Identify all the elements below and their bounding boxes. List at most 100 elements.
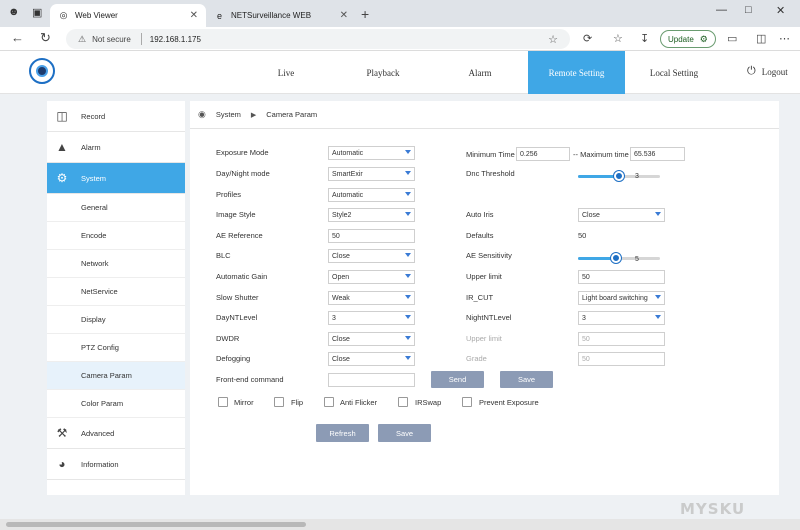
- address-bar[interactable]: ⚠ Not secure 192.168.1.175 ☆: [66, 29, 570, 49]
- slow-shutter-select[interactable]: Weak: [328, 291, 415, 305]
- sidebar-sub-network[interactable]: Network: [47, 250, 185, 278]
- sidebar-item-label: Alarm: [81, 142, 101, 152]
- irswap-checkbox[interactable]: [398, 397, 408, 407]
- dwdr-select[interactable]: Close: [328, 332, 415, 346]
- sidebar-sub-camera-param[interactable]: Camera Param: [47, 362, 185, 390]
- sidebar: ◫ Record ▲ Alarm ⚙ System General Encode…: [47, 101, 185, 495]
- exposure-mode-select[interactable]: Automatic: [328, 146, 415, 160]
- defogging-select[interactable]: Close: [328, 352, 415, 366]
- prevent-exposure-checkbox[interactable]: [462, 397, 472, 407]
- blc-label: BLC: [216, 251, 231, 260]
- caret-down-icon: [405, 253, 411, 257]
- slider-thumb[interactable]: [610, 253, 621, 263]
- maximum-time-input[interactable]: 65.536: [630, 147, 685, 161]
- front-end-command-input[interactable]: [328, 373, 415, 387]
- close-icon[interactable]: ✕: [340, 10, 348, 21]
- image-style-select[interactable]: Style2: [328, 208, 415, 222]
- minimize-icon[interactable]: —: [716, 4, 727, 16]
- flip-label: Flip: [291, 398, 304, 407]
- tab-actions-icon[interactable]: ▣: [32, 6, 42, 19]
- dnc-threshold-value: 3: [635, 173, 639, 180]
- nav-local-setting[interactable]: Local Setting: [636, 51, 712, 94]
- horizontal-scrollbar[interactable]: [0, 519, 800, 530]
- automatic-gain-select[interactable]: Open: [328, 270, 415, 284]
- refresh-button[interactable]: Refresh: [316, 424, 369, 442]
- new-tab-button[interactable]: +: [361, 6, 369, 22]
- sidebar-item-label: Information: [81, 459, 119, 469]
- nav-live[interactable]: Live: [247, 51, 325, 94]
- day-nt-level-label: DayNTLevel: [216, 313, 258, 322]
- profiles-select[interactable]: Automatic: [328, 188, 415, 202]
- sidebar-item-record[interactable]: ◫ Record: [47, 101, 185, 132]
- auto-iris-select[interactable]: Close: [578, 208, 665, 222]
- ae-sensitivity-slider[interactable]: [578, 253, 660, 263]
- sidebar-item-advanced[interactable]: ⚒ Advanced: [47, 418, 185, 449]
- close-window-icon[interactable]: ✕: [776, 4, 785, 17]
- nav-alarm[interactable]: Alarm: [442, 51, 518, 94]
- breadcrumb-root[interactable]: System: [216, 110, 241, 119]
- logout-button[interactable]: ⏻ Logout: [747, 65, 788, 78]
- grade-input: 50: [578, 352, 665, 366]
- nav-playback[interactable]: Playback: [343, 51, 423, 94]
- sidebar-sub-netservice[interactable]: NetService: [47, 278, 185, 306]
- collections-icon[interactable]: ▭: [727, 32, 737, 45]
- siren-icon: ▲: [56, 140, 68, 154]
- security-label: Not secure: [92, 34, 131, 44]
- automatic-gain-label: Automatic Gain: [216, 272, 268, 281]
- extension-icon[interactable]: ⟳: [583, 32, 592, 45]
- night-nt-level-select[interactable]: 3: [578, 311, 665, 325]
- front-end-save-button[interactable]: Save: [500, 371, 553, 388]
- day-nt-level-select[interactable]: 3: [328, 311, 415, 325]
- anti-flicker-checkbox[interactable]: [324, 397, 334, 407]
- irswap-label: IRSwap: [415, 398, 442, 407]
- tab-web-viewer[interactable]: ◎ Web Viewer ✕: [50, 4, 206, 27]
- minimum-time-input[interactable]: 0.256: [516, 147, 570, 161]
- mirror-checkbox[interactable]: [218, 397, 228, 407]
- day-night-mode-select[interactable]: SmartExir: [328, 167, 415, 181]
- sidebar-sub-ptz-config[interactable]: PTZ Config: [47, 334, 185, 362]
- maximize-icon[interactable]: □: [745, 4, 752, 16]
- edge-icon: e: [216, 10, 222, 21]
- download-icon[interactable]: ↧: [640, 32, 649, 45]
- upper-limit-2-input: 50: [578, 332, 665, 346]
- anti-flicker-label: Anti Flicker: [340, 398, 378, 407]
- sidebar-sub-general[interactable]: General: [47, 194, 185, 222]
- sidebar-sub-encode[interactable]: Encode: [47, 222, 185, 250]
- tab-title: Web Viewer: [75, 11, 118, 20]
- caret-down-icon: [405, 315, 411, 319]
- send-button[interactable]: Send: [431, 371, 484, 388]
- slider-thumb[interactable]: [614, 171, 624, 181]
- back-icon[interactable]: ←: [11, 31, 24, 45]
- save-button[interactable]: Save: [378, 424, 431, 442]
- ir-cut-select[interactable]: Light board switching: [578, 291, 665, 305]
- camera-param-panel: ◉ System ▶ Camera Param Exposure Mode Da…: [190, 101, 779, 495]
- sidebar-item-alarm[interactable]: ▲ Alarm: [47, 132, 185, 163]
- scrollbar-thumb[interactable]: [6, 522, 306, 527]
- sidebar-sub-color-param[interactable]: Color Param: [47, 390, 185, 418]
- caret-down-icon: [405, 192, 411, 196]
- front-end-command-label: Front-end command: [216, 375, 284, 384]
- update-button[interactable]: Update ⚙: [660, 30, 716, 48]
- watermark-logo: MYSKU: [680, 500, 746, 518]
- blc-select[interactable]: Close: [328, 249, 415, 263]
- star-icon[interactable]: ☆: [548, 33, 558, 46]
- caret-down-icon: [405, 212, 411, 216]
- refresh-icon[interactable]: ↻: [40, 31, 51, 45]
- ae-reference-input[interactable]: 50: [328, 229, 415, 243]
- sidebar-toggle-icon[interactable]: ◫: [756, 32, 766, 45]
- caret-down-icon: [405, 171, 411, 175]
- flip-checkbox[interactable]: [274, 397, 284, 407]
- favorites-icon[interactable]: ☆: [613, 32, 623, 45]
- nav-remote-setting[interactable]: Remote Setting: [528, 51, 625, 94]
- sidebar-item-system[interactable]: ⚙ System: [47, 163, 185, 194]
- close-icon[interactable]: ✕: [190, 10, 198, 21]
- address-toolbar: ← ↻ ⚠ Not secure 192.168.1.175 ☆ ⟳ ☆ ↧ U…: [0, 27, 800, 51]
- dnc-threshold-slider[interactable]: [578, 171, 660, 181]
- upper-limit-input[interactable]: 50: [578, 270, 665, 284]
- more-icon[interactable]: ⋯: [779, 32, 790, 45]
- sidebar-sub-display[interactable]: Display: [47, 306, 185, 334]
- profile-icon[interactable]: ☻: [8, 6, 20, 18]
- sidebar-item-information[interactable]: ◕ Information: [47, 449, 185, 480]
- caret-down-icon: [655, 315, 661, 319]
- tab-netsurveillance[interactable]: e NETSurveillance WEB ✕: [206, 4, 356, 27]
